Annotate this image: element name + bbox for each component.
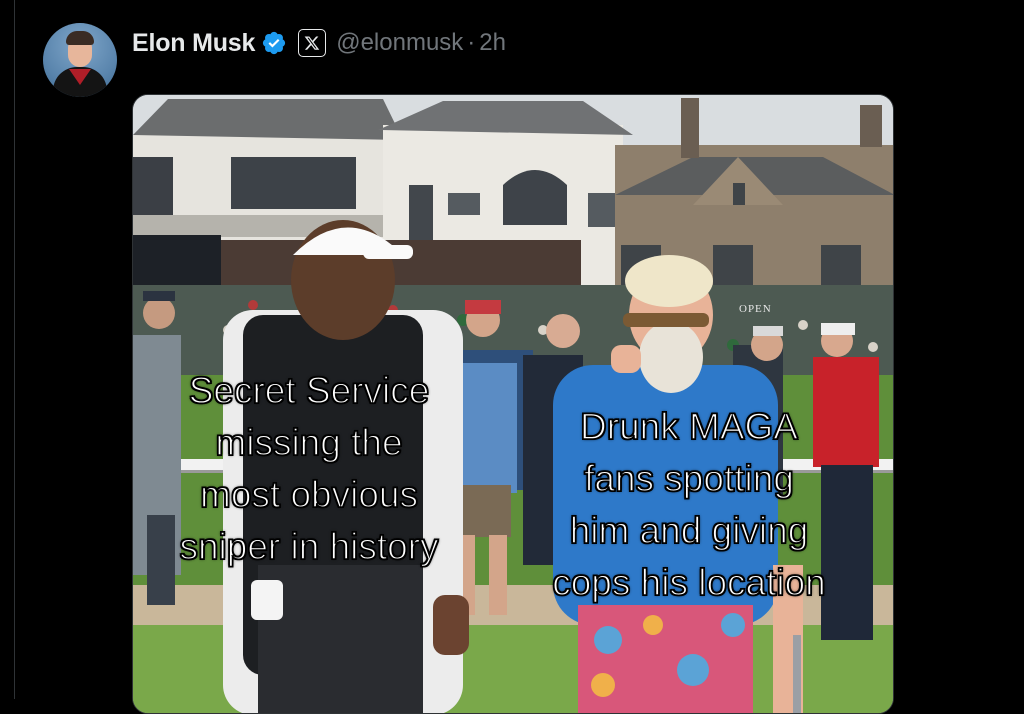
author-name[interactable]: Elon Musk [132,29,255,58]
tweet-media-image[interactable]: OPEN Secret Service missing the most obv… [132,94,894,714]
verified-badge-icon[interactable] [261,30,287,56]
tweet[interactable]: Elon Musk @elonmusk · 2h OPEN Secret Ser… [0,0,1024,714]
separator-dot: · [467,29,476,56]
author-handle[interactable]: @elonmusk [336,29,463,57]
avatar[interactable] [43,23,117,97]
x-logo-icon[interactable] [298,29,327,57]
open-sign-text: OPEN [739,303,772,315]
tweet-header: Elon Musk @elonmusk · 2h [132,26,506,60]
post-timestamp[interactable]: 2h [479,29,506,57]
meme-caption-right: Drunk MAGA fans spotting him and giving … [551,405,826,604]
avatar-hair [66,31,94,45]
meme-caption-left: Secret Service missing the most obvious … [179,369,440,568]
